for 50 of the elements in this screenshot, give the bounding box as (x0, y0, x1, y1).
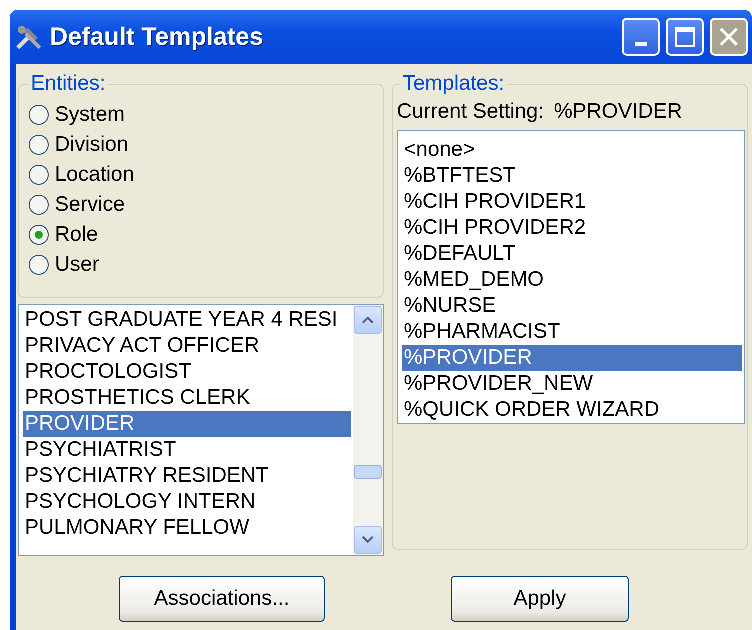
radio-label: System (55, 103, 126, 127)
list-item[interactable]: PSYCHIATRIST (23, 437, 351, 463)
list-item[interactable]: PRIVACY ACT OFFICER (23, 333, 351, 359)
radio-label: Location (55, 163, 134, 187)
radio-option[interactable]: User (29, 250, 375, 280)
scroll-down-button[interactable] (354, 526, 382, 554)
apply-button[interactable]: Apply (451, 576, 629, 622)
radio-label: Service (55, 193, 126, 217)
radio-label: Role (55, 223, 98, 247)
scrollbar[interactable] (353, 305, 383, 555)
maximize-icon (674, 26, 696, 48)
radio-option[interactable]: System (29, 100, 375, 130)
associations-button[interactable]: Associations... (119, 576, 325, 622)
window-title: Default Templates (50, 22, 264, 52)
list-item[interactable]: %MED_DEMO (402, 267, 742, 293)
radio-option[interactable]: Division (29, 130, 375, 160)
group-label: Entities: (30, 72, 107, 96)
list-item[interactable]: %PHARMACIST (402, 319, 742, 345)
chevron-down-icon (362, 536, 374, 544)
minimize-icon (635, 42, 647, 46)
list-item[interactable]: PROCTOLOGIST (23, 359, 351, 385)
list-item[interactable]: PSYCHOLOGY INTERN (23, 489, 351, 515)
radio-option[interactable]: Location (29, 160, 375, 190)
current-setting-value: %PROVIDER (554, 100, 682, 124)
maximize-button[interactable] (666, 18, 704, 56)
radio-option[interactable]: Role (29, 220, 375, 250)
list-item[interactable]: %PROVIDER (402, 345, 742, 371)
radio-label: User (55, 253, 100, 277)
list-item[interactable]: POST GRADUATE YEAR 4 RESI (23, 307, 351, 333)
list-item[interactable]: PROSTHETICS CLERK (23, 385, 351, 411)
list-item[interactable]: %NURSE (402, 293, 742, 319)
group-label: Templates: (402, 72, 506, 96)
list-item[interactable]: PROVIDER (23, 411, 351, 437)
list-item[interactable]: %BTFTEST (402, 163, 742, 189)
list-item[interactable]: %DEFAULT (402, 241, 742, 267)
scroll-thumb[interactable] (354, 465, 382, 479)
close-icon (718, 26, 740, 48)
radio-label: Division (55, 133, 129, 157)
scroll-up-button[interactable] (354, 306, 382, 334)
list-item[interactable]: PULMONARY FELLOW (23, 515, 351, 541)
list-item[interactable]: %CIH PROVIDER1 (402, 189, 742, 215)
list-item[interactable]: PSYCHIATRY RESIDENT (23, 463, 351, 489)
list-item[interactable]: %CIH PROVIDER2 (402, 215, 742, 241)
minimize-button[interactable] (622, 18, 660, 56)
radio-option[interactable]: Service (29, 190, 375, 220)
list-item[interactable]: <none> (402, 137, 742, 163)
list-item[interactable]: %QUICK ORDER WIZARD (402, 397, 742, 423)
list-item[interactable]: %PROVIDER_NEW (402, 371, 742, 397)
current-setting-label: Current Setting: (397, 100, 544, 124)
chevron-up-icon (362, 316, 374, 324)
